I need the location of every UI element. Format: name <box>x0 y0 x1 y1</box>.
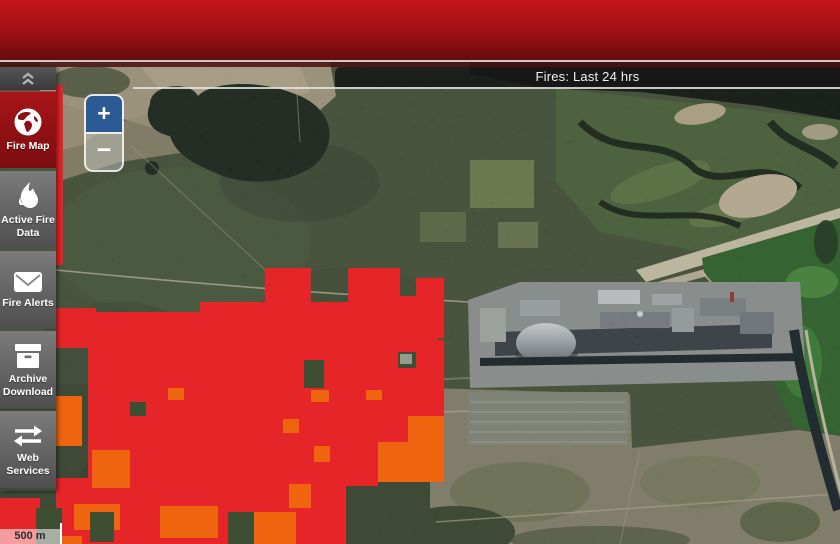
fire-detection-red <box>346 448 378 486</box>
fire-detection-orange <box>160 506 218 538</box>
sidebar-item-label: Web Services <box>0 452 56 477</box>
fire-detection-orange <box>311 390 329 402</box>
fire-detection-red <box>294 523 320 544</box>
fire-detection-red <box>56 85 63 265</box>
globe-icon <box>13 107 43 137</box>
sidebar-item-label: Active Fire Data <box>0 214 56 239</box>
archive-icon <box>12 342 44 370</box>
header-separator <box>0 60 840 62</box>
fire-detection-orange <box>289 484 311 508</box>
sidebar-item-web-services[interactable]: Web Services <box>0 411 56 488</box>
zoom-in-button[interactable]: + <box>86 96 122 132</box>
sidebar-item-fire-map[interactable]: Fire Map <box>0 91 56 168</box>
sidebar-item-active-fire-data[interactable]: Active Fire Data <box>0 171 56 248</box>
sidebar-item-label: Archive Download <box>0 373 56 398</box>
envelope-icon <box>12 270 44 294</box>
map-container[interactable]: Fires: Last 24 hrs + − 500 m <box>0 62 840 544</box>
fire-detection-orange <box>314 446 330 462</box>
fire-detections-layer <box>0 62 840 544</box>
fires-period-bar[interactable]: Fires: Last 24 hrs <box>335 67 840 87</box>
forest-gap <box>90 512 114 542</box>
fire-detection-orange <box>92 450 130 488</box>
sidebar-item-fire-alerts[interactable]: Fire Alerts <box>0 251 56 328</box>
sidebar-item-archive-download[interactable]: Archive Download <box>0 331 56 408</box>
structure-gray <box>400 354 412 364</box>
fire-detection-orange <box>56 396 82 446</box>
zoom-out-button[interactable]: − <box>86 134 122 170</box>
fire-detection-orange <box>254 512 296 544</box>
fire-detection-orange <box>378 442 444 482</box>
fire-detection-red <box>265 268 311 302</box>
fire-detection-orange <box>168 388 184 400</box>
sidebar-item-label: Fire Alerts <box>1 297 55 309</box>
forest-gap <box>304 360 324 388</box>
chevrons-up-icon <box>19 72 37 86</box>
sidebar-item-label: Fire Map <box>5 140 50 152</box>
collapse-menu-button[interactable] <box>0 67 56 90</box>
forest-gap <box>228 512 254 544</box>
timeline-border <box>133 87 840 89</box>
fire-detection-orange <box>283 419 299 433</box>
scale-bar: 500 m <box>0 529 60 544</box>
forest-gap <box>130 402 146 416</box>
scale-tick <box>60 523 62 544</box>
app-header <box>0 0 840 60</box>
zoom-control: + − <box>84 94 124 172</box>
transfer-arrows-icon <box>11 423 45 449</box>
flame-icon <box>14 181 42 211</box>
fire-detection-orange <box>366 390 382 400</box>
fire-detection-orange <box>408 416 444 442</box>
fire-detection-red <box>418 340 444 416</box>
sidebar-menu: Fire Map Active Fire Data Fire Alerts Ar… <box>0 67 56 491</box>
